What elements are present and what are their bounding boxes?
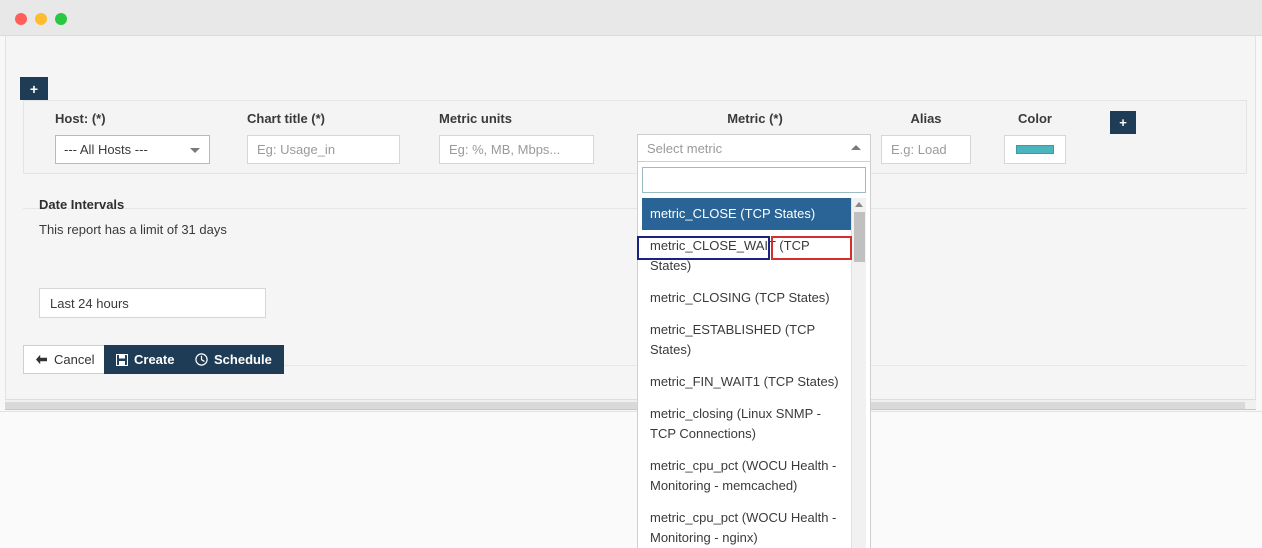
field-label-chart-title: Chart title (*) xyxy=(247,111,325,126)
clock-icon xyxy=(195,353,208,366)
alias-input[interactable]: E.g: Load xyxy=(881,135,971,164)
date-intervals-limit-note: This report has a limit of 31 days xyxy=(39,222,227,237)
page-viewport: + Host: (*) --- All Hosts --- Chart titl… xyxy=(0,36,1262,548)
cancel-button-label: Cancel xyxy=(54,352,95,367)
schedule-button[interactable]: Schedule xyxy=(183,345,284,374)
metric-option[interactable]: metric_cpu_pct (WOCU Health - Monitoring… xyxy=(642,450,851,502)
field-alias: Alias E.g: Load xyxy=(881,111,971,164)
metric-units-input[interactable]: Eg: %, MB, Mbps... xyxy=(439,135,594,164)
window-controls xyxy=(15,13,67,25)
field-metric: Metric (*) xyxy=(638,111,872,126)
scrollbar-thumb[interactable] xyxy=(854,212,865,262)
add-series-button[interactable]: + xyxy=(1110,111,1136,134)
schedule-button-label: Schedule xyxy=(214,352,272,367)
chart-title-input[interactable]: Eg: Usage_in xyxy=(247,135,400,164)
metric-search-input[interactable] xyxy=(642,167,866,193)
metric-option[interactable]: metric_CLOSE_WAIT (TCP States) xyxy=(642,230,851,282)
field-metric-units: Metric units Eg: %, MB, Mbps... xyxy=(439,111,619,164)
close-window-button[interactable] xyxy=(15,13,27,25)
metric-select: Select metric metric_CLOSE (TCP States) m… xyxy=(637,134,871,548)
color-swatch xyxy=(1016,145,1054,154)
date-intervals-title: Date Intervals xyxy=(39,197,125,212)
field-chart-title: Chart title (*) Eg: Usage_in xyxy=(247,111,422,164)
metric-select-trigger[interactable]: Select metric xyxy=(637,134,871,162)
field-color: Color xyxy=(1004,111,1066,164)
metric-option[interactable]: metric_CLOSING (TCP States) xyxy=(642,282,851,314)
field-label-color: Color xyxy=(1018,111,1052,126)
arrow-left-icon xyxy=(35,354,48,365)
horizontal-scrollbar[interactable] xyxy=(5,399,1256,410)
metric-option[interactable]: metric_CLOSE (TCP States) xyxy=(642,198,851,230)
host-select[interactable]: --- All Hosts --- xyxy=(55,135,210,164)
host-select-value: --- All Hosts --- xyxy=(64,142,148,157)
metric-list-scrollbar[interactable] xyxy=(851,198,866,548)
save-floppy-icon xyxy=(116,353,128,366)
cancel-button[interactable]: Cancel xyxy=(23,345,107,374)
metric-option[interactable]: metric_FIN_WAIT1 (TCP States) xyxy=(642,366,851,398)
field-label-metric: Metric (*) xyxy=(727,111,783,126)
field-host: Host: (*) --- All Hosts --- xyxy=(55,111,230,164)
series-row: Host: (*) --- All Hosts --- Chart title … xyxy=(23,100,1247,174)
chevron-up-icon xyxy=(851,145,861,150)
window-titlebar xyxy=(0,0,1262,36)
scroll-up-arrow-icon[interactable] xyxy=(855,202,863,207)
metric-option[interactable]: metric_ESTABLISHED (TCP States) xyxy=(642,314,851,366)
metric-select-placeholder: Select metric xyxy=(647,140,723,156)
chevron-down-icon xyxy=(190,147,200,153)
field-label-host: Host: (*) xyxy=(55,111,106,126)
section-divider-top xyxy=(23,208,1247,209)
field-label-metric-units: Metric units xyxy=(439,111,512,126)
create-button[interactable]: Create xyxy=(104,345,187,374)
date-range-select[interactable]: Last 24 hours xyxy=(39,288,266,318)
metric-option[interactable]: metric_closing (Linux SNMP - TCP Connect… xyxy=(642,398,851,450)
metric-options-list: metric_CLOSE (TCP States) metric_CLOSE_WA… xyxy=(642,198,851,548)
field-label-alias: Alias xyxy=(910,111,942,126)
metric-option[interactable]: metric_cpu_pct (WOCU Health - Monitoring… xyxy=(642,502,851,548)
zoom-window-button[interactable] xyxy=(55,13,67,25)
page-background-below xyxy=(0,411,1262,548)
color-picker-button[interactable] xyxy=(1004,135,1066,164)
add-chart-tab-button[interactable]: + xyxy=(20,77,48,100)
metric-options-container: metric_CLOSE (TCP States) metric_CLOSE_WA… xyxy=(642,198,866,548)
create-button-label: Create xyxy=(134,352,175,367)
horizontal-scrollbar-thumb[interactable] xyxy=(5,402,1245,409)
metric-dropdown-panel: metric_CLOSE (TCP States) metric_CLOSE_WA… xyxy=(637,162,871,548)
minimize-window-button[interactable] xyxy=(35,13,47,25)
